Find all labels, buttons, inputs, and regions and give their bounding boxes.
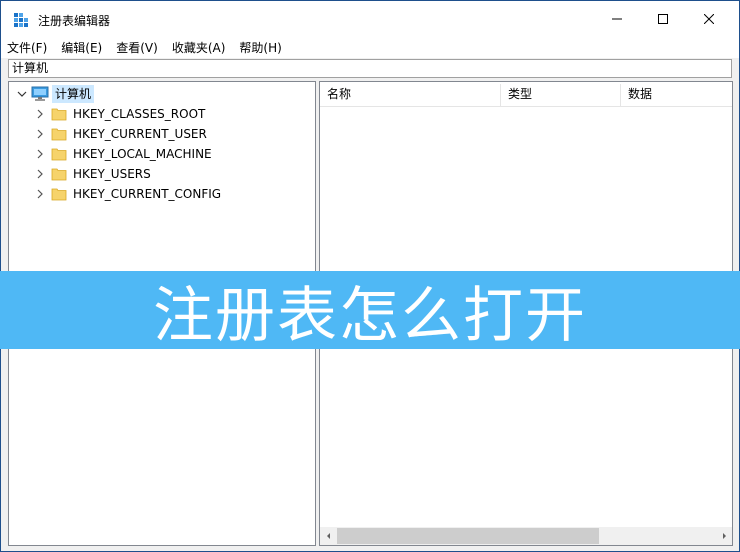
window-title: 注册表编辑器 <box>38 14 111 28</box>
folder-icon <box>51 187 67 201</box>
close-icon <box>704 14 714 24</box>
scrollbar-thumb[interactable] <box>337 528 599 544</box>
list-header: 名称 类型 数据 <box>320 82 732 107</box>
chevron-down-icon[interactable] <box>15 87 29 101</box>
horizontal-scrollbar[interactable] <box>320 527 732 545</box>
menu-edit[interactable]: 编辑(E) <box>61 39 102 56</box>
regedit-icon <box>14 13 28 27</box>
tree-item-label: HKEY_CLASSES_ROOT <box>73 107 206 121</box>
tree-item-hkey-users[interactable]: HKEY_USERS <box>33 164 151 184</box>
tree-item-hkey-current-config[interactable]: HKEY_CURRENT_CONFIG <box>33 184 221 204</box>
chevron-right-icon[interactable] <box>33 127 47 141</box>
tree-item-label: HKEY_USERS <box>73 167 151 181</box>
chevron-right-icon[interactable] <box>33 107 47 121</box>
tree-item-label: HKEY_LOCAL_MACHINE <box>73 147 212 161</box>
maximize-icon <box>658 14 668 24</box>
menu-view[interactable]: 查看(V) <box>116 39 158 56</box>
scroll-left-icon[interactable] <box>320 527 337 545</box>
menu-bar: 文件(F) 编辑(E) 查看(V) 收藏夹(A) 帮助(H) <box>1 37 739 58</box>
chevron-right-icon[interactable] <box>33 187 47 201</box>
title-banner: 注册表怎么打开 <box>0 271 740 351</box>
menu-help[interactable]: 帮助(H) <box>239 39 281 56</box>
minimize-icon <box>612 18 622 20</box>
minimize-button[interactable] <box>594 1 640 37</box>
chevron-right-icon[interactable] <box>33 167 47 181</box>
tree-item-hkey-classes-root[interactable]: HKEY_CLASSES_ROOT <box>33 104 205 124</box>
tree-root-label: 计算机 <box>52 85 95 103</box>
maximize-button[interactable] <box>640 1 686 37</box>
column-header-type[interactable]: 类型 <box>501 82 621 106</box>
tree-item-hkey-current-user[interactable]: HKEY_CURRENT_USER <box>33 124 207 144</box>
computer-icon <box>31 86 49 102</box>
folder-icon <box>51 167 67 181</box>
title-bar[interactable]: 注册表编辑器 <box>1 1 739 37</box>
scroll-right-icon[interactable] <box>715 527 732 545</box>
chevron-right-icon[interactable] <box>33 147 47 161</box>
menu-file[interactable]: 文件(F) <box>7 39 47 56</box>
tree-item-hkey-local-machine[interactable]: HKEY_LOCAL_MACHINE <box>33 144 212 164</box>
address-bar[interactable]: 计算机 <box>8 59 732 78</box>
tree-item-label: HKEY_CURRENT_USER <box>73 127 207 141</box>
column-header-name[interactable]: 名称 <box>320 82 501 106</box>
folder-icon <box>51 147 67 161</box>
folder-icon <box>51 127 67 141</box>
folder-icon <box>51 107 67 121</box>
menu-favorites[interactable]: 收藏夹(A) <box>172 39 226 56</box>
tree-item-label: HKEY_CURRENT_CONFIG <box>73 187 222 201</box>
tree-item-computer[interactable]: 计算机 <box>15 84 95 104</box>
column-header-data[interactable]: 数据 <box>621 82 732 106</box>
close-button[interactable] <box>686 1 732 37</box>
banner-text: 注册表怎么打开 <box>153 280 587 351</box>
